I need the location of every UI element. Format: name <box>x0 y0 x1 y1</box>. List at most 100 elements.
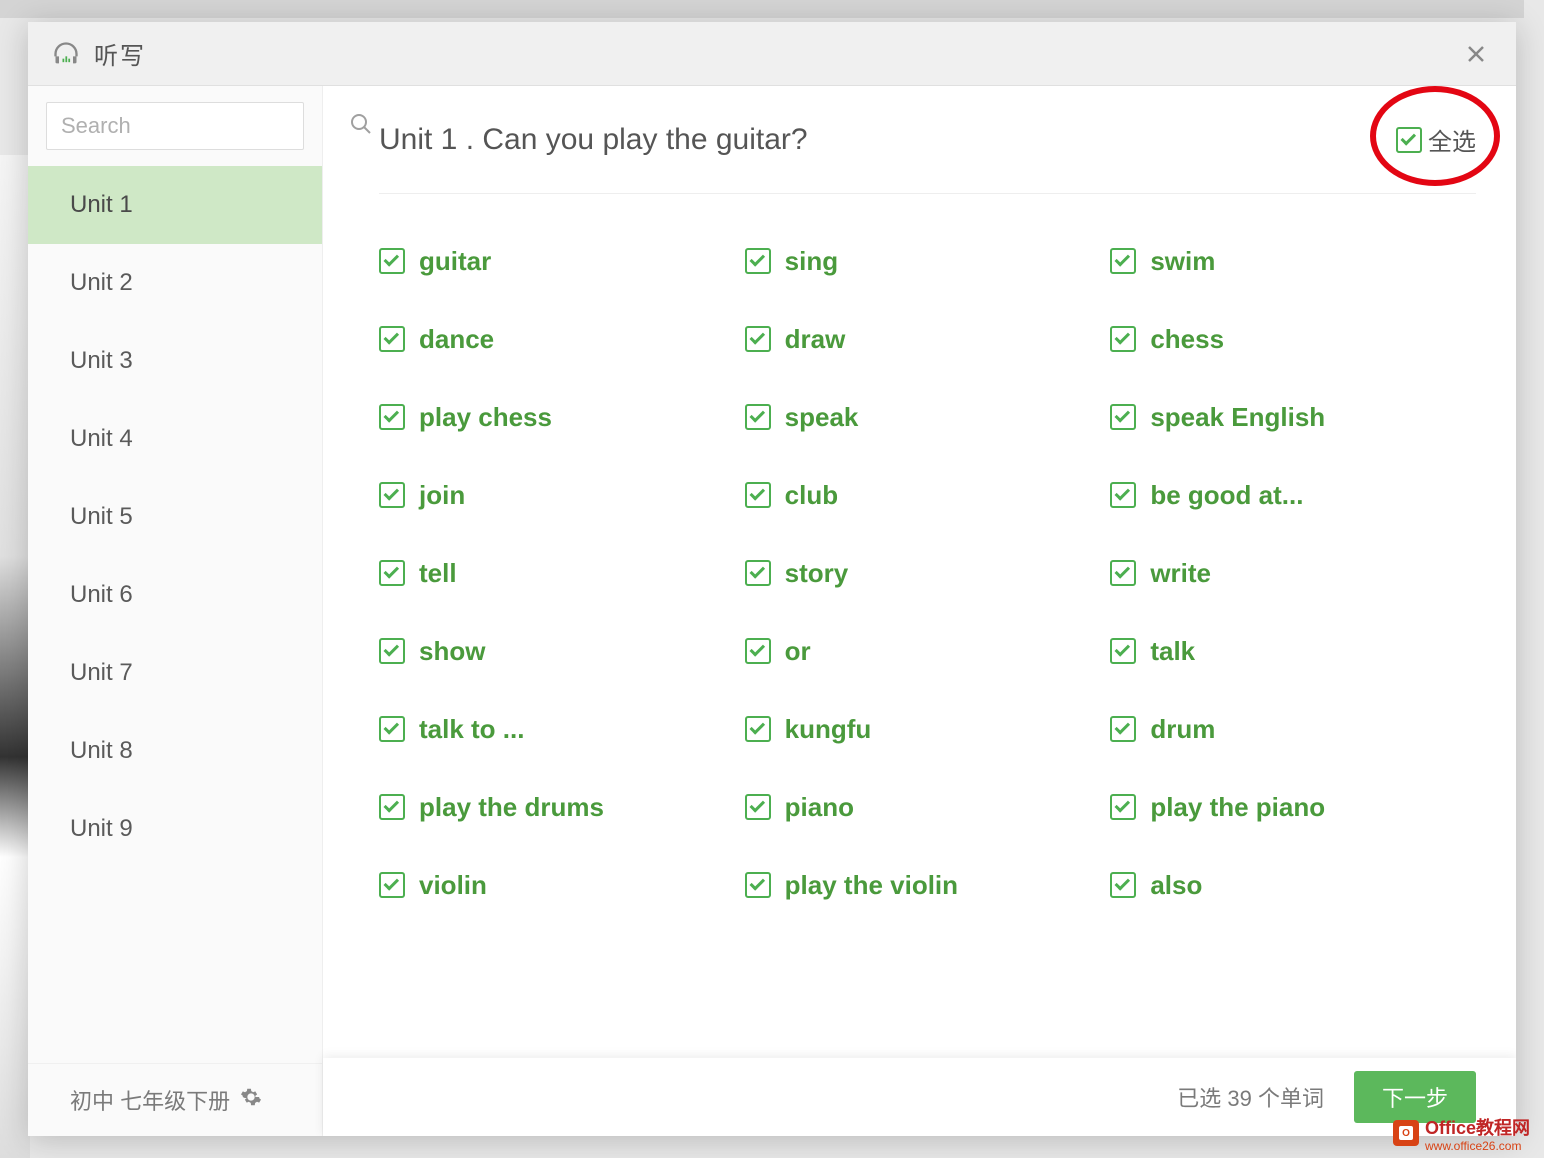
word-label: club <box>785 480 838 511</box>
sidebar-item-unit-4[interactable]: Unit 4 <box>28 400 322 478</box>
word-item[interactable]: kungfu <box>745 714 1111 745</box>
word-item[interactable]: drum <box>1110 714 1476 745</box>
word-item[interactable]: join <box>379 480 745 511</box>
sidebar-item-unit-3[interactable]: Unit 3 <box>28 322 322 400</box>
sidebar-item-unit-6[interactable]: Unit 6 <box>28 556 322 634</box>
sidebar-item-label: Unit 8 <box>70 737 133 765</box>
word-label: or <box>785 636 811 667</box>
checkbox-icon <box>1110 248 1136 274</box>
checkbox-icon <box>379 638 405 664</box>
checkbox-icon <box>379 482 405 508</box>
word-item[interactable]: speak English <box>1110 402 1476 433</box>
watermark-url: www.office26.com <box>1425 1140 1530 1152</box>
checkbox-icon <box>1110 404 1136 430</box>
word-label: violin <box>419 870 487 901</box>
word-label: drum <box>1150 714 1215 745</box>
word-item[interactable]: or <box>745 636 1111 667</box>
word-item[interactable]: piano <box>745 792 1111 823</box>
checkbox-icon <box>1110 560 1136 586</box>
word-row: join club be good at... <box>379 456 1476 534</box>
sidebar-item-unit-7[interactable]: Unit 7 <box>28 634 322 712</box>
word-label: sing <box>785 246 838 277</box>
search-box[interactable] <box>46 102 304 150</box>
search-input[interactable] <box>61 113 349 139</box>
unit-list[interactable]: Unit 1Unit 2Unit 3Unit 4Unit 5Unit 6Unit… <box>28 166 322 1063</box>
sidebar-item-label: Unit 9 <box>70 815 133 843</box>
word-item[interactable]: also <box>1110 870 1476 901</box>
word-label: story <box>785 558 849 589</box>
word-item[interactable]: swim <box>1110 246 1476 277</box>
word-item[interactable]: sing <box>745 246 1111 277</box>
sidebar: Unit 1Unit 2Unit 3Unit 4Unit 5Unit 6Unit… <box>28 86 323 1136</box>
word-label: play the piano <box>1150 792 1325 823</box>
word-label: dance <box>419 324 494 355</box>
word-item[interactable]: speak <box>745 402 1111 433</box>
word-item[interactable]: show <box>379 636 745 667</box>
word-label: play chess <box>419 402 552 433</box>
word-item[interactable]: be good at... <box>1110 480 1476 511</box>
background-left <box>0 155 30 1158</box>
word-item[interactable]: dance <box>379 324 745 355</box>
select-all-checkbox[interactable]: 全选 <box>1396 122 1476 157</box>
watermark: O Office教程网 www.office26.com <box>1393 1114 1530 1152</box>
word-label: also <box>1150 870 1202 901</box>
sidebar-item-unit-2[interactable]: Unit 2 <box>28 244 322 322</box>
sidebar-footer[interactable]: 初中 七年级下册 <box>28 1063 322 1136</box>
sidebar-item-unit-8[interactable]: Unit 8 <box>28 712 322 790</box>
checkbox-icon <box>745 404 771 430</box>
word-row: violin play the violin also <box>379 846 1476 924</box>
word-row: guitar sing swim <box>379 222 1476 300</box>
checkbox-icon <box>745 560 771 586</box>
select-all-label: 全选 <box>1428 122 1476 157</box>
word-label: guitar <box>419 246 491 277</box>
checkbox-icon <box>745 872 771 898</box>
gear-icon[interactable] <box>240 1086 262 1114</box>
grade-label: 初中 七年级下册 <box>70 1084 230 1116</box>
background-strip <box>0 0 1524 18</box>
word-label: kungfu <box>785 714 872 745</box>
checkbox-icon <box>379 716 405 742</box>
word-label: be good at... <box>1150 480 1303 511</box>
checkbox-icon <box>379 794 405 820</box>
word-item[interactable]: play the piano <box>1110 792 1476 823</box>
word-label: speak <box>785 402 859 433</box>
sidebar-item-unit-5[interactable]: Unit 5 <box>28 478 322 556</box>
checkbox-icon <box>379 872 405 898</box>
checkbox-icon <box>1110 326 1136 352</box>
word-item[interactable]: club <box>745 480 1111 511</box>
checkbox-icon <box>1396 127 1422 153</box>
checkbox-icon <box>1110 638 1136 664</box>
word-item[interactable]: chess <box>1110 324 1476 355</box>
word-label: play the drums <box>419 792 604 823</box>
modal-header: 听写 <box>28 22 1516 86</box>
checkbox-icon <box>379 404 405 430</box>
checkbox-icon <box>1110 716 1136 742</box>
word-row: play chess speak speak English <box>379 378 1476 456</box>
word-item[interactable]: tell <box>379 558 745 589</box>
word-item[interactable]: play the drums <box>379 792 745 823</box>
close-button[interactable] <box>1460 38 1492 70</box>
sidebar-item-label: Unit 3 <box>70 347 133 375</box>
word-label: piano <box>785 792 854 823</box>
word-label: show <box>419 636 485 667</box>
word-item[interactable]: story <box>745 558 1111 589</box>
word-item[interactable]: play the violin <box>745 870 1111 901</box>
word-label: talk <box>1150 636 1195 667</box>
word-item[interactable]: violin <box>379 870 745 901</box>
word-item[interactable]: guitar <box>379 246 745 277</box>
word-item[interactable]: talk <box>1110 636 1476 667</box>
word-grid[interactable]: guitar sing swim dance draw chess play chess sp… <box>379 194 1476 1136</box>
main-footer: 已选 39 个单词 下一步 <box>323 1058 1516 1136</box>
checkbox-icon <box>379 326 405 352</box>
sidebar-item-unit-1[interactable]: Unit 1 <box>28 166 322 244</box>
word-item[interactable]: draw <box>745 324 1111 355</box>
checkbox-icon <box>745 482 771 508</box>
word-item[interactable]: play chess <box>379 402 745 433</box>
checkbox-icon <box>745 248 771 274</box>
sidebar-item-unit-9[interactable]: Unit 9 <box>28 790 322 868</box>
word-label: swim <box>1150 246 1215 277</box>
word-label: chess <box>1150 324 1224 355</box>
word-item[interactable]: talk to ... <box>379 714 745 745</box>
word-row: talk to ... kungfu drum <box>379 690 1476 768</box>
word-item[interactable]: write <box>1110 558 1476 589</box>
